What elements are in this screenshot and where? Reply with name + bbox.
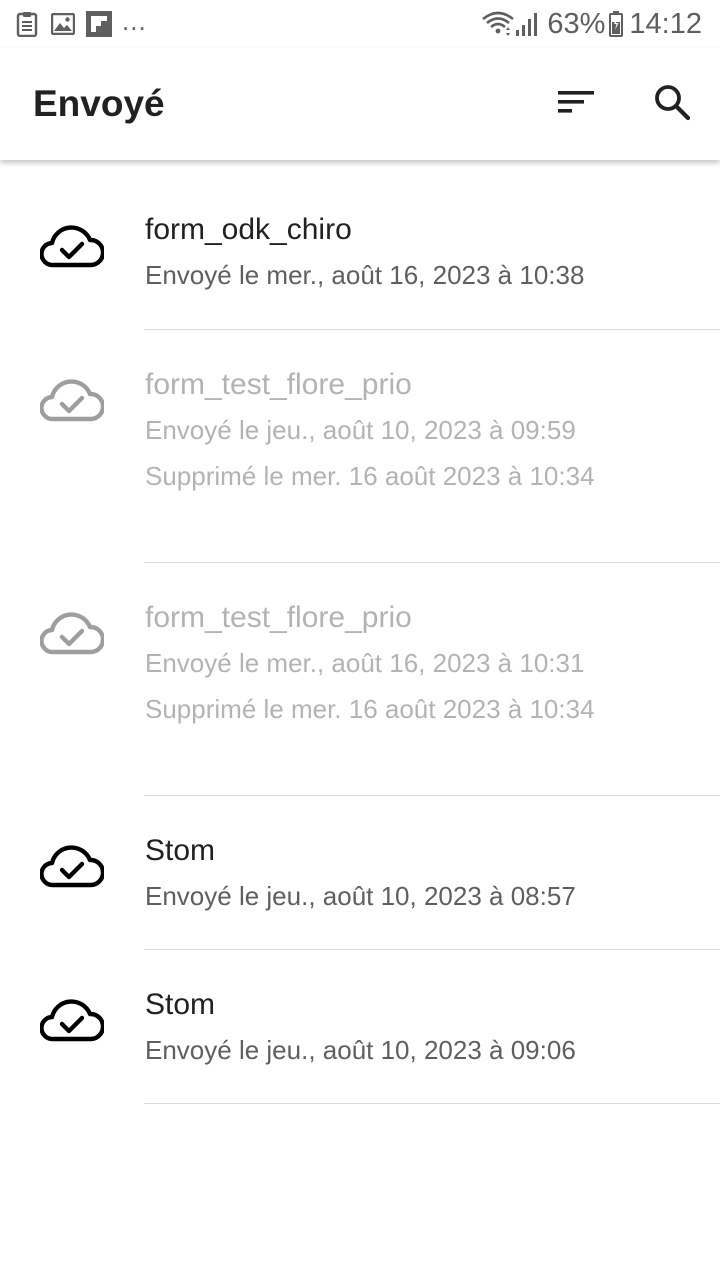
app-bar: Envoyé: [0, 48, 720, 160]
list-item[interactable]: form_test_flore_prio Envoyé le jeu., aoû…: [0, 330, 720, 563]
cloud-check-icon: [39, 844, 106, 888]
sent-forms-list: form_odk_chiro Envoyé le mer., août 16, …: [0, 160, 720, 1104]
sent-date: Envoyé le jeu., août 10, 2023 à 09:59: [145, 415, 576, 445]
sent-date: Envoyé le mer., août 16, 2023 à 10:31: [145, 648, 585, 678]
signal-icon: [515, 11, 539, 37]
notification-icons: ...: [14, 8, 147, 40]
more-notifications: ...: [122, 6, 147, 36]
cloud-check-icon: [39, 611, 106, 655]
flipboard-icon: [86, 11, 112, 37]
sent-date: Envoyé le jeu., août 10, 2023 à 08:57: [145, 881, 576, 911]
divider: [144, 1103, 720, 1104]
sort-button[interactable]: [548, 76, 604, 132]
search-button[interactable]: [644, 76, 700, 132]
search-icon: [653, 83, 691, 126]
form-name: form_odk_chiro: [145, 213, 352, 246]
clipboard-icon: [14, 11, 40, 37]
list-item[interactable]: Stom Envoyé le jeu., août 10, 2023 à 08:…: [0, 796, 720, 950]
cloud-check-icon: [39, 998, 106, 1042]
deleted-date: Supprimé le mer. 16 août 2023 à 10:34: [145, 694, 595, 724]
form-name: Stom: [145, 834, 216, 867]
clock: 14:12: [629, 7, 702, 40]
system-status: 63% 14:12: [481, 6, 702, 42]
battery-percentage: 63%: [547, 7, 606, 40]
deleted-date: Supprimé le mer. 16 août 2023 à 10:34: [145, 461, 595, 491]
list-item[interactable]: form_odk_chiro Envoyé le mer., août 16, …: [0, 160, 720, 330]
cloud-check-icon: [39, 378, 106, 422]
list-item[interactable]: form_test_flore_prio Envoyé le mer., aoû…: [0, 563, 720, 796]
form-name: form_test_flore_prio: [145, 368, 412, 401]
page-title: Envoyé: [33, 83, 165, 124]
wifi-icon: [481, 10, 515, 38]
battery-icon: [609, 11, 624, 37]
form-name: form_test_flore_prio: [145, 601, 412, 634]
list-item[interactable]: Stom Envoyé le jeu., août 10, 2023 à 09:…: [0, 950, 720, 1104]
status-bar: ... 63% 14:12: [0, 0, 720, 48]
sent-date: Envoyé le mer., août 16, 2023 à 10:38: [145, 260, 585, 290]
image-icon: [50, 11, 76, 37]
form-name: Stom: [145, 988, 216, 1021]
sent-date: Envoyé le jeu., août 10, 2023 à 09:06: [145, 1035, 576, 1065]
cloud-check-icon: [39, 224, 106, 268]
sort-icon: [556, 88, 596, 121]
